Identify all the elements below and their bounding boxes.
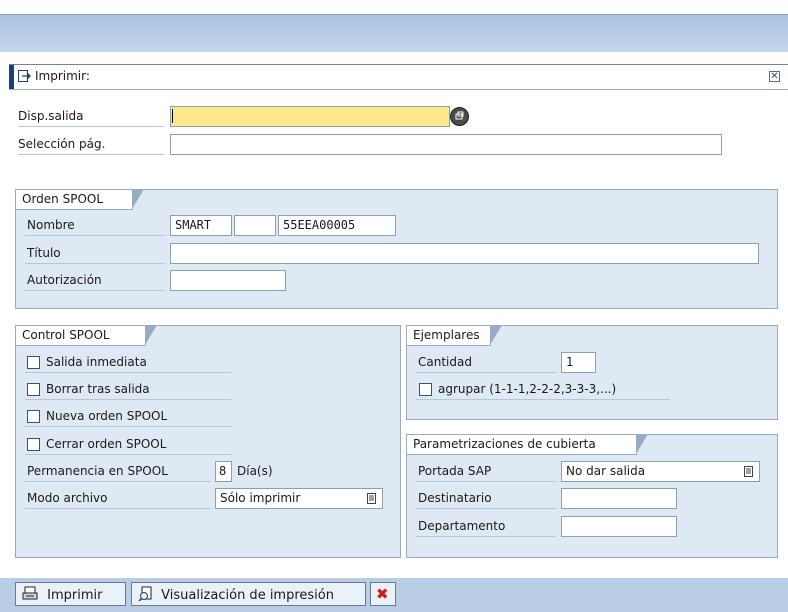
spool-name-field-2[interactable] [234, 215, 276, 236]
print-preview-icon [138, 586, 154, 605]
text-cursor [172, 109, 173, 123]
archive-mode-value: Sólo imprimir [220, 491, 301, 505]
close-icon[interactable]: ✕ [769, 71, 780, 82]
immediate-output-label: Salida inmediata [46, 355, 147, 369]
recipient-input[interactable] [561, 488, 677, 509]
sap-cover-label: Portada SAP [418, 464, 492, 478]
archive-mode-label-row: Modo archivo [25, 488, 211, 509]
sap-cover-select[interactable]: No dar salida [561, 461, 760, 482]
page-selection-label-row: Selección pág. [18, 134, 164, 155]
page-selection-input[interactable] [170, 134, 722, 155]
sap-cover-value: No dar salida [566, 464, 646, 478]
cancel-x-icon: ✖ [376, 585, 389, 603]
immediate-output-checkbox[interactable] [27, 356, 40, 369]
authorization-input[interactable] [170, 270, 286, 291]
application-title-bar [0, 15, 788, 52]
page-selection-label: Selección pág. [18, 137, 106, 151]
spool-name-field-3[interactable]: 55EEA00005 [278, 215, 396, 236]
department-label-row: Departamento [416, 516, 556, 537]
name-label-row: Nombre [25, 215, 165, 236]
print-button[interactable]: Imprimir [15, 582, 126, 606]
delete-after-output-label: Borrar tras salida [46, 382, 150, 396]
department-input[interactable] [561, 516, 677, 537]
top-menu-strip [0, 0, 788, 15]
title-label: Título [27, 246, 61, 260]
print-button-label: Imprimir [47, 588, 103, 603]
spool-control-title: Control SPOOL [16, 325, 157, 346]
auth-label-row: Autorización [25, 270, 165, 291]
output-device-input[interactable] [170, 106, 450, 127]
authorization-label: Autorización [27, 273, 102, 287]
spool-order-title: Orden SPOOL [16, 189, 144, 210]
retention-label-row: Permanencia en SPOOL [25, 461, 211, 482]
close-spool-request-checkbox[interactable] [27, 438, 40, 451]
archive-mode-label: Modo archivo [27, 491, 108, 505]
new-spool-request-checkbox[interactable] [27, 410, 40, 423]
dropdown-icon[interactable] [744, 466, 753, 480]
quantity-label-row: Cantidad [416, 352, 556, 373]
output-device-label-row: Disp.salida [18, 106, 164, 127]
retention-label: Permanencia en SPOOL [27, 464, 168, 478]
device-search-icon[interactable] [450, 107, 469, 126]
quantity-input[interactable]: 1 [561, 352, 596, 373]
group-copies-label: agrupar (1-1-1,2-2-2,3-3-3,...) [438, 382, 617, 396]
spool-title-input[interactable] [170, 243, 759, 264]
quantity-label: Cantidad [418, 355, 472, 369]
sap-cover-label-row: Portada SAP [416, 461, 556, 482]
delete-after-output-checkbox[interactable] [27, 383, 40, 396]
cover-settings-title: Parametrizaciones de cubierta [407, 434, 648, 455]
print-preview-label: Visualización de impresión [161, 588, 334, 603]
title-label-row: Título [25, 243, 165, 264]
close-spool-request-label: Cerrar orden SPOOL [46, 437, 167, 451]
retention-days-input[interactable]: 8 [215, 461, 232, 482]
dialog-icon [18, 70, 31, 86]
cancel-button[interactable]: ✖ [370, 582, 396, 606]
copies-title: Ejemplares [407, 325, 502, 346]
recipient-label-row: Destinatario [416, 488, 556, 509]
new-spool-request-label: Nueva orden SPOOL [46, 409, 168, 423]
archive-mode-select[interactable]: Sólo imprimir [215, 488, 383, 509]
dialog-accent-bar [9, 65, 14, 89]
name-label: Nombre [27, 218, 75, 232]
dialog-title: Imprimir: [35, 69, 90, 83]
print-preview-button[interactable]: Visualización de impresión [131, 582, 366, 606]
retention-unit: Día(s) [237, 464, 273, 478]
spool-name-field-1[interactable]: SMART [170, 215, 232, 236]
dialog-header: Imprimir: ✕ [9, 64, 788, 90]
department-label: Departamento [418, 519, 506, 533]
printer-icon [22, 586, 38, 605]
group-copies-checkbox[interactable] [419, 383, 432, 396]
output-device-label: Disp.salida [18, 109, 84, 123]
dropdown-icon[interactable] [367, 493, 376, 507]
recipient-label: Destinatario [418, 491, 492, 505]
